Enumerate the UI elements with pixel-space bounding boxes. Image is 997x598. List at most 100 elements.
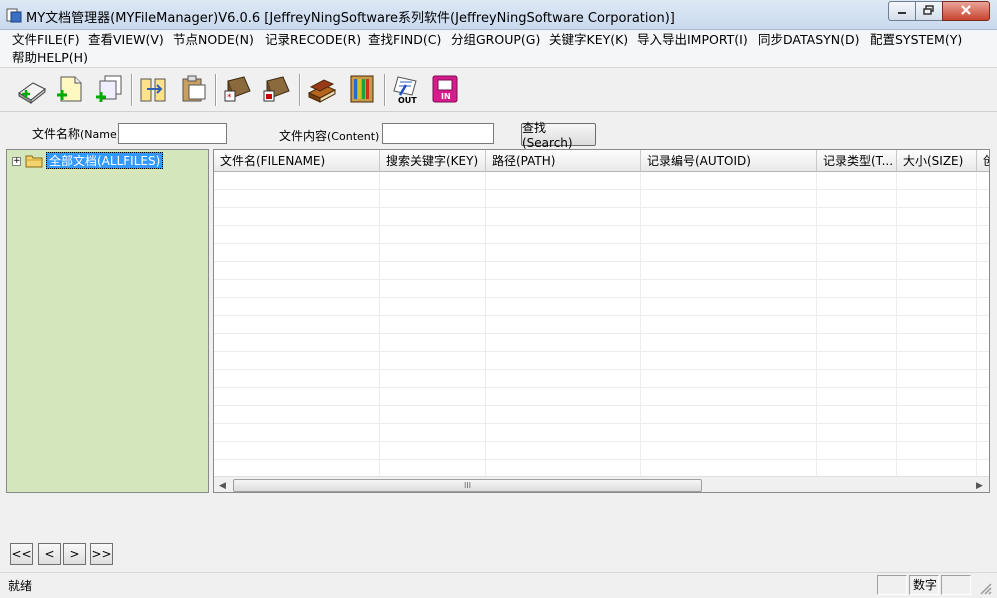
grid-line (214, 333, 989, 334)
add-file-button[interactable] (52, 73, 86, 107)
status-pane-scroll (941, 575, 971, 595)
column-path[interactable]: 路径(PATH) (486, 150, 641, 172)
status-pane-caps (877, 575, 907, 595)
content-label-en: (Content) (327, 130, 380, 143)
grid-header: 文件名(FILENAME) 搜索关键字(KEY) 路径(PATH) 记录编号(A… (214, 150, 989, 172)
menu-help[interactable]: 帮助HELP(H) (12, 49, 88, 67)
scroll-left-icon[interactable]: ◀ (214, 477, 231, 492)
column-type[interactable]: 记录类型(T... (817, 150, 897, 172)
column-filename[interactable]: 文件名(FILENAME) (214, 150, 380, 172)
scroll-thumb[interactable]: III (233, 479, 702, 492)
shelf-icon (346, 73, 378, 108)
file-list-grid[interactable]: 文件名(FILENAME) 搜索关键字(KEY) 路径(PATH) 记录编号(A… (213, 149, 990, 493)
title-bar: MY文档管理器(MYFileManager)V6.0.6 [JeffreyNin… (0, 0, 997, 30)
column-autoid[interactable]: 记录编号(AUTOID) (641, 150, 817, 172)
minimize-icon (897, 4, 907, 18)
column-created[interactable]: 创 (977, 150, 989, 172)
column-key[interactable]: 搜索关键字(KEY) (380, 150, 486, 172)
add-copy-button[interactable] (92, 73, 126, 107)
export-out-icon: OUT (390, 73, 422, 108)
tree-node-allfiles[interactable]: 全部文档(ALLFILES) (46, 152, 164, 169)
tree-expander-icon[interactable]: + (12, 157, 21, 166)
menu-key[interactable]: 关键字KEY(K) (549, 31, 628, 49)
grid-line (214, 405, 989, 406)
grid-line (485, 172, 486, 476)
name-label: 文件名称(Name) (32, 125, 121, 142)
grid-line (379, 172, 380, 476)
export-button[interactable]: OUT (389, 73, 423, 107)
toolbar-separator (299, 74, 301, 106)
first-page-button[interactable]: << (10, 543, 33, 565)
grid-line (816, 172, 817, 476)
last-page-button[interactable]: >> (90, 543, 113, 565)
import-in-icon: IN (429, 73, 461, 108)
column-size[interactable]: 大小(SIZE) (897, 150, 977, 172)
content-label: 文件内容(Content) (279, 127, 379, 144)
grid-line (214, 189, 989, 190)
grid-line (896, 172, 897, 476)
menu-file[interactable]: 文件FILE(F) (12, 31, 80, 49)
menu-bar: 文件FILE(F) 查看VIEW(V) 节点NODE(N) 记录RECODE(R… (0, 30, 997, 68)
grid-line (214, 423, 989, 424)
import-in-text: IN (441, 92, 451, 101)
name-input[interactable] (118, 123, 227, 144)
prev-page-button[interactable]: < (38, 543, 61, 565)
close-button[interactable] (942, 1, 990, 21)
minimize-button[interactable] (888, 1, 916, 21)
menu-system[interactable]: 配置SYSTEM(Y) (870, 31, 962, 49)
folder-star-button[interactable]: * (221, 73, 255, 107)
svg-text:*: * (227, 93, 232, 103)
grid-line (214, 279, 989, 280)
scroll-right-icon[interactable]: ▶ (971, 477, 988, 492)
grid-line (214, 387, 989, 388)
grid-line (976, 172, 977, 476)
menu-find[interactable]: 查找FIND(C) (368, 31, 441, 49)
grid-line (214, 315, 989, 316)
grid-line (214, 441, 989, 442)
restore-icon (923, 4, 935, 18)
books-button[interactable] (305, 73, 339, 107)
maximize-button[interactable] (915, 1, 943, 21)
content-input[interactable] (382, 123, 494, 144)
toolbar-separator (384, 74, 386, 106)
horizontal-scrollbar[interactable]: ◀ III ▶ (214, 476, 989, 492)
menu-view[interactable]: 查看VIEW(V) (88, 31, 164, 49)
status-text: 就绪 (8, 579, 33, 593)
folder-icon (25, 154, 43, 168)
status-pane-num: 数字 (909, 575, 939, 595)
resize-grip-icon[interactable] (978, 581, 992, 598)
add-node-button[interactable] (14, 73, 48, 107)
grid-line (214, 243, 989, 244)
import-button[interactable]: IN (428, 73, 462, 107)
folder-calendar-button[interactable] (260, 73, 294, 107)
status-bar: 就绪 数字 (0, 572, 997, 597)
grid-line (640, 172, 641, 476)
grid-line (214, 369, 989, 370)
paste-button[interactable] (176, 73, 210, 107)
name-label-text: 文件名称 (32, 127, 81, 141)
grid-line (214, 351, 989, 352)
grid-line (214, 297, 989, 298)
search-button[interactable]: 查找(Search) (521, 121, 596, 150)
toolbar-separator (215, 74, 217, 106)
shelf-button[interactable] (345, 73, 379, 107)
grid-body[interactable] (214, 172, 989, 476)
menu-node[interactable]: 节点NODE(N) (173, 31, 254, 49)
name-label-en: (Name) (80, 128, 122, 141)
move-icon (137, 73, 169, 108)
grid-line (214, 459, 989, 460)
folder-calendar-icon (261, 73, 293, 108)
books-icon (306, 73, 338, 108)
grid-line (214, 261, 989, 262)
next-page-button[interactable]: > (63, 543, 86, 565)
menu-group[interactable]: 分组GROUP(G) (451, 31, 540, 49)
folder-tree[interactable]: + 全部文档(ALLFILES) (6, 149, 209, 493)
folder-star-icon: * (222, 73, 254, 108)
paste-icon (177, 73, 209, 108)
window-title: MY文档管理器(MYFileManager)V6.0.6 [JeffreyNin… (26, 11, 675, 26)
grid-line (214, 207, 989, 208)
move-button[interactable] (136, 73, 170, 107)
menu-import[interactable]: 导入导出IMPORT(I) (637, 31, 748, 49)
menu-datasyn[interactable]: 同步DATASYN(D) (758, 31, 860, 49)
menu-recode[interactable]: 记录RECODE(R) (265, 31, 361, 49)
